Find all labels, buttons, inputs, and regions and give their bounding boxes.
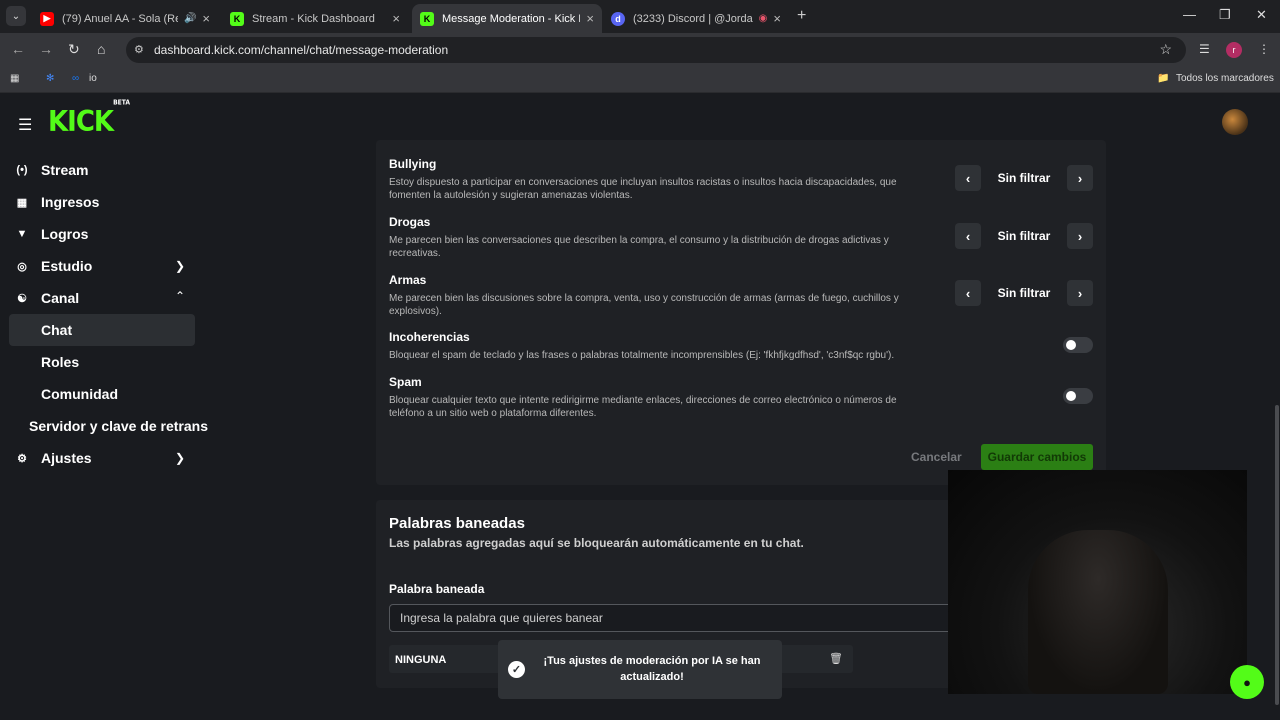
bookmark-star-icon[interactable]: ☆ [1159, 41, 1172, 58]
spam-toggle[interactable] [1063, 388, 1093, 404]
google-photos-icon[interactable]: ✻ [46, 73, 54, 84]
kick-icon: K [230, 11, 244, 26]
sidebar-item-servidor[interactable]: Servidor y clave de retrans [29, 418, 208, 434]
close-tab-icon[interactable]: × [773, 11, 781, 26]
user-avatar[interactable] [1222, 109, 1248, 135]
browser-tab-stream[interactable]: K Stream - Kick Dashboard × [222, 4, 408, 33]
rule-armas: Armas Me parecen bien las discusiones so… [389, 273, 899, 317]
close-tab-icon[interactable]: × [586, 11, 594, 26]
recording-icon: ◉ [758, 13, 768, 24]
media-control-icon[interactable]: ☰ [1199, 42, 1210, 56]
browser-tab-discord[interactable]: d (3233) Discord | @Jordanxd ◉ × [603, 4, 789, 33]
gear-icon: ⚙ [17, 452, 27, 465]
forward-icon[interactable]: → [39, 41, 53, 57]
broadcast-icon: (•) [16, 164, 28, 176]
save-changes-button[interactable]: Guardar cambios [981, 444, 1093, 470]
site-info-icon[interactable]: ⚙ [134, 43, 144, 56]
scrollbar[interactable] [1275, 405, 1279, 705]
banned-word-label: Palabra baneada [389, 582, 485, 596]
all-bookmarks[interactable]: Todos los marcadores [1176, 73, 1274, 84]
tab-search-chevron-icon[interactable]: ⌄ [6, 6, 26, 26]
minimize-icon[interactable]: — [1183, 7, 1196, 22]
new-tab-button[interactable]: + [797, 7, 806, 25]
rule-spam: Spam Bloquear cualquier texto que intent… [389, 375, 897, 419]
chart-icon: ▦ [16, 196, 28, 209]
drogas-level-stepper: ‹ Sin filtrar › [955, 223, 1093, 249]
studio-icon: ◎ [17, 260, 27, 273]
speaker-icon: 🔊 [183, 13, 197, 24]
bookmarks-bar: ▦ ✻ ∞ io 📁 Todos los marcadores [0, 66, 1280, 93]
chevron-left-icon[interactable]: ‹ [955, 280, 981, 306]
trophy-icon: ▼ [16, 228, 28, 240]
trash-icon[interactable]: 🗑 [829, 652, 843, 665]
sidebar-active-highlight [9, 314, 195, 346]
back-icon[interactable]: ← [11, 41, 25, 57]
browser-tabbar: ⌄ ▶ (79) Anuel AA - Sola (Remix) 🔊 × K S… [0, 0, 1280, 33]
incoherencias-toggle[interactable] [1063, 337, 1093, 353]
folder-icon: 📁 [1157, 73, 1170, 84]
meta-icon: ∞ [72, 73, 80, 84]
banned-word: NINGUNA [395, 654, 447, 666]
sidebar-item-roles[interactable]: Roles [41, 354, 79, 370]
chevron-up-icon[interactable]: ⌃ [175, 289, 185, 303]
youtube-icon: ▶ [40, 11, 54, 26]
close-tab-icon[interactable]: × [392, 11, 400, 26]
restore-icon[interactable]: ❐ [1219, 7, 1231, 23]
close-tab-icon[interactable]: × [202, 11, 210, 26]
browser-tab-moderation[interactable]: K Message Moderation - Kick Dashboard × [412, 4, 602, 33]
discord-icon: d [611, 11, 625, 26]
sidebar-item-ingresos[interactable]: ▦ Ingresos [15, 192, 100, 212]
kick-icon: K [420, 11, 434, 26]
sidebar-item-comunidad[interactable]: Comunidad [41, 386, 118, 402]
home-icon[interactable]: ⌂ [97, 41, 105, 57]
sidebar-item-logros[interactable]: ▼ Logros [15, 224, 89, 244]
browser-tab-youtube[interactable]: ▶ (79) Anuel AA - Sola (Remix) 🔊 × [32, 4, 218, 33]
chevron-right-icon[interactable]: › [1067, 223, 1093, 249]
webcam-overlay [948, 470, 1247, 694]
ai-moderation-panel: Bullying Estoy dispuesto a participar en… [376, 140, 1106, 485]
chevron-right-icon[interactable]: › [1067, 165, 1093, 191]
toast-message: ¡Tus ajustes de moderación por IA se han… [543, 655, 761, 683]
sidebar-item-chat[interactable]: Chat [41, 322, 72, 338]
chevron-left-icon[interactable]: ‹ [955, 165, 981, 191]
check-circle-icon: ✓ [508, 661, 525, 678]
bookmark-io[interactable]: io [89, 73, 97, 84]
banned-words-title: Palabras baneadas [389, 515, 525, 532]
cancel-button[interactable]: Cancelar [911, 450, 962, 464]
armas-level-stepper: ‹ Sin filtrar › [955, 280, 1093, 306]
rule-bullying: Bullying Estoy dispuesto a participar en… [389, 157, 897, 201]
hamburger-menu-icon[interactable]: ☰ [18, 115, 32, 135]
success-toast: ✓ ¡Tus ajustes de moderación por IA se h… [498, 640, 782, 699]
apps-grid-icon[interactable]: ▦ [10, 73, 19, 84]
address-bar[interactable]: ⚙ dashboard.kick.com/channel/chat/messag… [126, 37, 1186, 63]
rule-incoherencias: Incoherencias Bloquear el spam de teclad… [389, 330, 895, 361]
banned-words-subtitle: Las palabras agregadas aquí se bloqueará… [389, 536, 804, 550]
reload-icon[interactable]: ↻ [68, 41, 80, 58]
chevron-down-icon[interactable]: ❯ [175, 451, 185, 465]
sidebar-item-canal[interactable]: ☯ Canal [15, 288, 79, 308]
menu-kebab-icon[interactable]: ⋮ [1258, 42, 1270, 56]
kick-logo[interactable]: KICKBETA [48, 99, 130, 138]
chevron-left-icon[interactable]: ‹ [955, 223, 981, 249]
close-window-icon[interactable]: ✕ [1256, 7, 1267, 23]
sidebar-item-estudio[interactable]: ◎ Estudio [15, 256, 92, 276]
chat-bubble-icon[interactable]: ● [1230, 665, 1264, 699]
bullying-level-stepper: ‹ Sin filtrar › [955, 165, 1093, 191]
chevron-down-icon[interactable]: ❯ [175, 259, 185, 273]
sidebar-item-stream[interactable]: (•) Stream [15, 160, 88, 180]
rule-drogas: Drogas Me parecen bien las conversacione… [389, 215, 889, 259]
profile-avatar[interactable]: r [1226, 42, 1242, 58]
users-icon: ☯ [17, 292, 27, 305]
sidebar-item-ajustes[interactable]: ⚙ Ajustes [15, 448, 92, 468]
webcam-person [1028, 530, 1168, 694]
browser-toolbar: ← → ↻ ⌂ ⚙ dashboard.kick.com/channel/cha… [0, 33, 1280, 66]
chevron-right-icon[interactable]: › [1067, 280, 1093, 306]
